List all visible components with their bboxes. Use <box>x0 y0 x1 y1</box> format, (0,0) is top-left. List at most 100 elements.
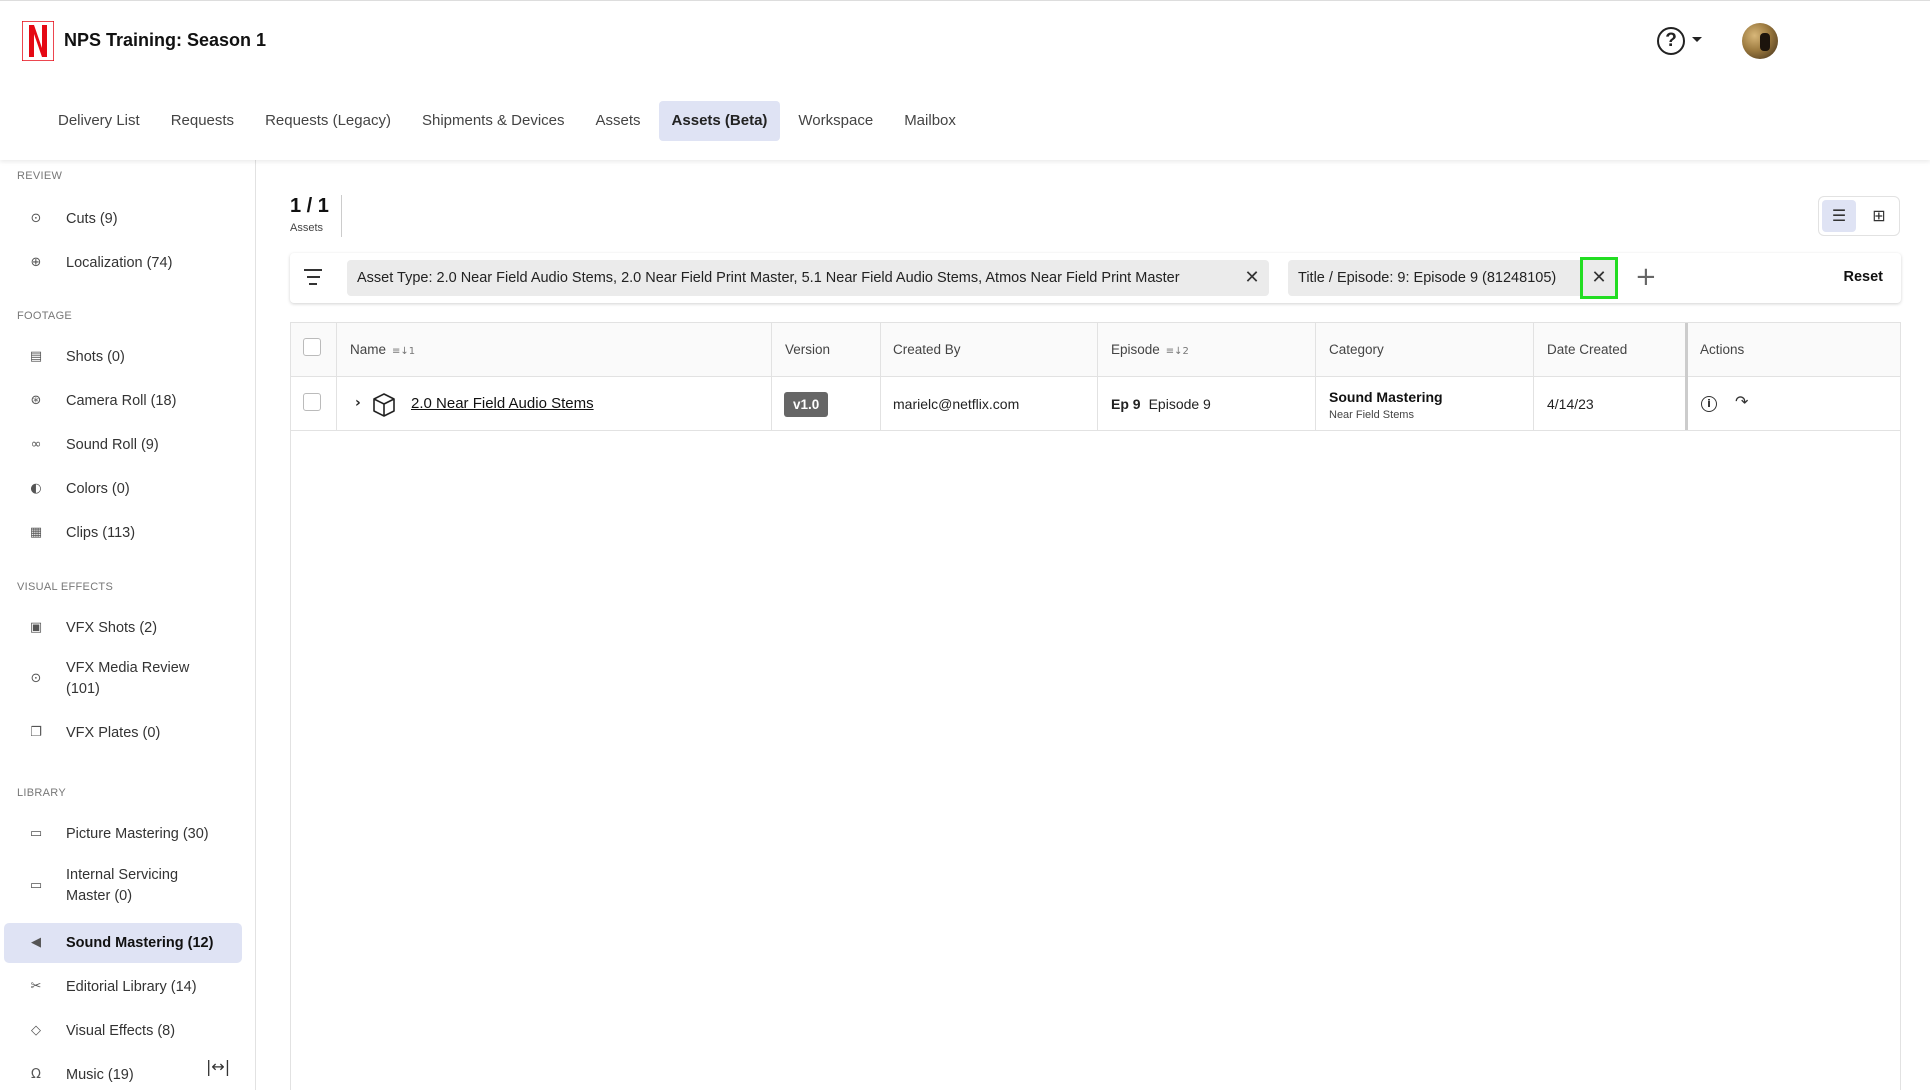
category-cell: Sound Mastering <box>1329 389 1443 405</box>
section-heading-visual-effects: VISUAL EFFECTS <box>17 581 114 593</box>
section-heading-library: LIBRARY <box>17 787 66 799</box>
table-header: Name ≡↓1 Version Created By Episode ≡↓2 Ca… <box>291 323 1900 377</box>
sidebar-item-sound-mastering[interactable]: ◀ Sound Mastering (12) <box>4 923 242 963</box>
filter-chip-label: Asset Type: 2.0 Near Field Audio Stems, … <box>357 270 1180 286</box>
vfx-icon: ◇ <box>31 1023 41 1038</box>
tab-requests[interactable]: Requests <box>158 101 247 141</box>
share-icon[interactable]: ↷ <box>1735 393 1748 411</box>
monitor-icon: ▭ <box>29 878 43 893</box>
help-caret-icon[interactable] <box>1692 37 1702 42</box>
episode-title: Episode 9 <box>1148 396 1211 412</box>
sidebar-item-clips[interactable]: ▦ Clips (113) <box>4 517 242 549</box>
created-by-cell: marielc@netflix.com <box>893 396 1020 412</box>
column-header-episode[interactable]: Episode ≡↓2 <box>1111 342 1189 357</box>
headphones-icon: Ω <box>31 1067 41 1082</box>
sidebar-item-label: Localization (74) <box>66 254 173 271</box>
asset-count: 1 / 1 Assets <box>290 195 329 234</box>
add-filter-icon[interactable]: + <box>1635 262 1657 292</box>
reset-button[interactable]: Reset <box>1844 269 1884 285</box>
sidebar-item-editorial-library[interactable]: ✂ Editorial Library (14) <box>4 971 242 1003</box>
sidebar-item-cuts[interactable]: ⊙ Cuts (9) <box>4 203 242 235</box>
column-label: Episode <box>1111 342 1160 357</box>
assets-table: Name ≡↓1 Version Created By Episode ≡↓2 Ca… <box>290 322 1901 1090</box>
asset-count-label: Assets <box>290 222 324 234</box>
tab-workspace[interactable]: Workspace <box>785 101 886 141</box>
monitor-icon: ▭ <box>29 826 43 841</box>
sidebar-item-vfx-media-review[interactable]: ⊙ VFX Media Review (101) <box>4 656 242 702</box>
speaker-icon: ◀ <box>31 935 41 950</box>
tab-assets-beta[interactable]: Assets (Beta) <box>658 101 781 141</box>
info-icon[interactable]: i <box>1701 396 1717 412</box>
sidebar-item-vfx-shots[interactable]: ▣ VFX Shots (2) <box>4 612 242 644</box>
sidebar-item-label: Sound Mastering (12) <box>66 934 214 951</box>
sidebar-item-picture-mastering[interactable]: ▭ Picture Mastering (30) <box>4 818 242 850</box>
help-icon[interactable]: ? <box>1657 27 1685 55</box>
tab-shipments-devices[interactable]: Shipments & Devices <box>409 101 578 141</box>
tab-mailbox[interactable]: Mailbox <box>891 101 969 141</box>
globe-icon: ⊕ <box>30 255 42 270</box>
play-circle-icon: ⊙ <box>30 211 42 226</box>
sidebar-item-label: Clips (113) <box>66 524 136 541</box>
netflix-logo[interactable] <box>22 21 54 61</box>
tape-icon: ∞ <box>30 437 42 452</box>
filter-chip-title-episode[interactable]: Title / Episode: 9: Episode 9 (81248105)… <box>1288 257 1618 299</box>
sidebar-item-sound-roll[interactable]: ∞ Sound Roll (9) <box>4 429 242 461</box>
column-header-date-created[interactable]: Date Created <box>1547 342 1627 357</box>
sidebar-item-label: Visual Effects (8) <box>66 1022 176 1039</box>
select-all-checkbox[interactable] <box>303 338 321 356</box>
top-header: NPS Training: Season 1 ? Delivery List R… <box>0 0 1930 160</box>
label-line-1: VFX Media Review <box>66 660 190 676</box>
sidebar-item-label: Picture Mastering (30) <box>66 825 209 842</box>
camera-roll-icon: ⊛ <box>30 393 42 408</box>
expand-chevron-icon[interactable]: › <box>355 395 361 411</box>
sidebar-item-vfx-plates[interactable]: ❐ VFX Plates (0) <box>4 717 242 749</box>
sidebar-item-label: VFX Shots (2) <box>66 619 158 636</box>
sidebar-item-label: VFX Plates (0) <box>66 724 161 741</box>
episode-number: Ep 9 <box>1111 396 1141 412</box>
user-avatar[interactable] <box>1742 23 1778 59</box>
filter-bar: Asset Type: 2.0 Near Field Audio Stems, … <box>290 253 1901 303</box>
filter-icon[interactable] <box>304 269 322 285</box>
view-toggle: ☰ ⊞ <box>1818 196 1900 236</box>
sidebar-item-label: Shots (0) <box>66 348 125 365</box>
section-heading-review: REVIEW <box>17 170 63 182</box>
table-row[interactable]: › 2.0 Near Field Audio Stems v1.0 mariel… <box>291 378 1900 431</box>
app-title: NPS Training: Season 1 <box>64 30 267 50</box>
label-line-2: Master (0) <box>66 888 133 904</box>
vfx-shots-icon: ▣ <box>29 620 43 635</box>
version-badge: v1.0 <box>784 392 829 417</box>
play-circle-icon: ⊙ <box>30 671 42 686</box>
tab-requests-legacy[interactable]: Requests (Legacy) <box>252 101 404 141</box>
scissors-icon: ✂ <box>30 979 42 994</box>
tab-assets[interactable]: Assets <box>583 101 654 141</box>
tab-delivery-list[interactable]: Delivery List <box>45 101 153 141</box>
plates-icon: ❐ <box>30 725 42 740</box>
close-icon[interactable]: ✕ <box>1580 257 1618 299</box>
drop-icon: ◐ <box>30 481 42 496</box>
sidebar-item-visual-effects[interactable]: ◇ Visual Effects (8) <box>4 1015 242 1047</box>
column-header-created-by[interactable]: Created By <box>893 342 961 357</box>
sidebar-item-colors[interactable]: ◐ Colors (0) <box>4 473 242 505</box>
column-header-name[interactable]: Name ≡↓1 <box>350 342 415 357</box>
subcategory-cell: Near Field Stems <box>1329 409 1414 421</box>
column-header-category[interactable]: Category <box>1329 342 1384 357</box>
sidebar-item-localization[interactable]: ⊕ Localization (74) <box>4 247 242 279</box>
filter-chip-asset-type[interactable]: Asset Type: 2.0 Near Field Audio Stems, … <box>347 260 1269 296</box>
close-icon[interactable]: ✕ <box>1237 260 1267 296</box>
package-icon <box>373 393 395 417</box>
sidebar-item-internal-servicing-master[interactable]: ▭ Internal Servicing Master (0) <box>4 863 242 909</box>
main-nav: Delivery List Requests Requests (Legacy)… <box>45 101 974 141</box>
asset-name-link[interactable]: 2.0 Near Field Audio Stems <box>411 395 594 412</box>
film-icon: ▦ <box>29 525 43 540</box>
sidebar-item-camera-roll[interactable]: ⊛ Camera Roll (18) <box>4 385 242 417</box>
row-checkbox[interactable] <box>303 393 321 411</box>
collapse-sidebar-icon[interactable]: |↔| <box>206 1057 230 1076</box>
sidebar-item-label: Cuts (9) <box>66 210 118 227</box>
sidebar-item-label: Editorial Library (14) <box>66 978 197 995</box>
column-header-version[interactable]: Version <box>785 342 830 357</box>
column-header-actions: Actions <box>1700 342 1745 357</box>
label-line-2: (101) <box>66 681 100 697</box>
grid-view-icon[interactable]: ⊞ <box>1862 200 1896 232</box>
sidebar-item-shots[interactable]: ▤ Shots (0) <box>4 341 242 373</box>
list-view-icon[interactable]: ☰ <box>1822 200 1856 232</box>
